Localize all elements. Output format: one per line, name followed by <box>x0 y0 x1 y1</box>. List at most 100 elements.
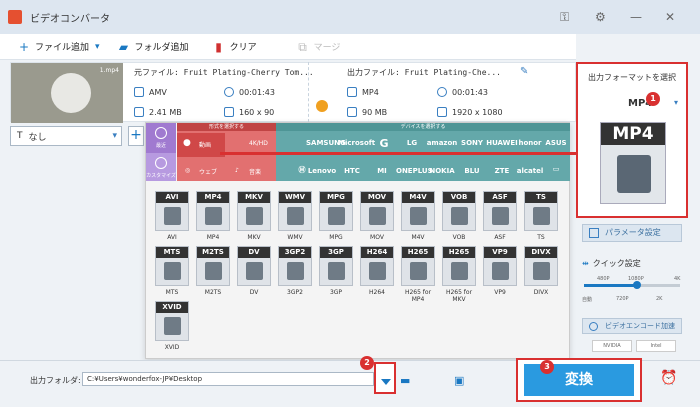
format-avi[interactable]: AVI AVI <box>152 191 192 241</box>
brand-microsoft[interactable]: Microsoft <box>338 139 375 147</box>
add-folder-label: フォルダ追加 <box>134 43 189 53</box>
format-3gp2[interactable]: 3GP2 3GP2 <box>275 246 315 296</box>
slider-knob[interactable] <box>632 281 641 289</box>
format-badge: MP4 <box>197 192 229 203</box>
format-label: AVI <box>167 234 177 241</box>
tv-icon[interactable]: ▭ <box>540 165 572 173</box>
brand-samsung[interactable]: SAMSUNG <box>306 139 346 147</box>
dropdown-icon[interactable]: ▾ <box>95 42 100 52</box>
format-xvid[interactable]: XVID XVID <box>152 301 192 351</box>
tick-2k: 2K <box>656 296 663 302</box>
source-size-text: 2.41 MB <box>149 107 182 117</box>
format-badge: H264 <box>361 247 393 258</box>
format-divx[interactable]: DIVX DIVX <box>521 246 561 296</box>
film-icon <box>246 262 263 280</box>
close-icon[interactable]: ✕ <box>665 10 675 24</box>
output-folder-dropdown[interactable] <box>374 362 396 394</box>
format-icon: MP4 <box>196 191 230 231</box>
text-icon: T <box>17 131 23 141</box>
format-icon: VOB <box>442 191 476 231</box>
mp4-format-icon[interactable]: MP4 <box>600 122 666 204</box>
format-badge: AVI <box>156 192 188 203</box>
format-label: WMV <box>287 234 303 241</box>
file-row[interactable]: 1.mp4 元ファイル: Fruit Plating-Cherry Tom...… <box>10 62 576 123</box>
format-vob[interactable]: VOB VOB <box>439 191 479 241</box>
format-icon: H265 <box>401 246 435 286</box>
format-icon: DIVX <box>524 246 558 286</box>
format-dv[interactable]: DV DV <box>234 246 274 296</box>
film-icon <box>369 207 386 225</box>
format-mov[interactable]: MOV MOV <box>357 191 397 241</box>
output-format: MP4 <box>347 87 379 97</box>
brand-amazon[interactable]: amazon <box>426 139 458 147</box>
format-3gp[interactable]: 3GP 3GP <box>316 246 356 296</box>
minimize-icon[interactable]: — <box>630 10 642 24</box>
key-icon[interactable]: ⚿ <box>560 10 569 25</box>
output-format-panel[interactable]: 出力フォーマットを選択 MP4 ▾ MP4 <box>576 62 688 218</box>
format-wmv[interactable]: WMV WMV <box>275 191 315 241</box>
add-subtitle-button[interactable]: + <box>128 126 144 146</box>
edit-icon[interactable]: ✎ <box>520 66 528 77</box>
film-icon <box>617 155 651 193</box>
brand-blu[interactable]: BLU <box>456 167 488 175</box>
format-label: MOV <box>370 234 384 241</box>
parameter-settings-button[interactable]: パラメータ設定 <box>582 224 682 242</box>
format-mts[interactable]: MTS MTS <box>152 246 192 296</box>
format-m4v[interactable]: M4V M4V <box>398 191 438 241</box>
format-h265-for-mp4[interactable]: H265 H265 for MP4 <box>398 246 438 303</box>
accel-icon <box>589 322 598 331</box>
brand-lenovo[interactable]: Lenovo <box>306 167 338 175</box>
source-duration-text: 00:01:43 <box>239 87 275 97</box>
format-mkv[interactable]: MKV MKV <box>234 191 274 241</box>
video-thumbnail[interactable]: 1.mp4 <box>11 63 123 123</box>
format-badge: WMV <box>279 192 311 203</box>
tab-audio-label[interactable]: 音楽 <box>249 167 261 176</box>
brand-mi[interactable]: MI <box>366 167 398 175</box>
format-m2ts[interactable]: M2TS M2TS <box>193 246 233 296</box>
format-label: MKV <box>247 234 261 241</box>
settings-icon[interactable]: ⚙ <box>595 10 606 24</box>
format-h264[interactable]: H264 H264 <box>357 246 397 296</box>
tab-web-label[interactable]: ウェブ <box>199 167 217 176</box>
format-label: 3GP <box>329 289 343 296</box>
format-h265-for-mkv[interactable]: H265 H265 for MKV <box>439 246 479 303</box>
alarm-clock-icon[interactable]: ⏰ <box>660 370 677 386</box>
subtitle-select[interactable]: T なし ▾ <box>10 126 122 146</box>
film-icon <box>369 262 386 280</box>
film-icon <box>492 207 509 225</box>
format-label: 3GP2 <box>287 289 303 296</box>
merge-button[interactable]: ⧉ マージ <box>297 40 340 54</box>
add-file-button[interactable]: + ファイル追加 ▾ <box>18 39 100 54</box>
add-folder-button[interactable]: ▰ フォルダ追加 <box>118 40 189 54</box>
quick-settings-label: ⇹ クイック設定 <box>582 258 641 269</box>
app-window: ビデオコンバータ ⚿ ⚙ — ✕ + ファイル追加 ▾ ▰ フォルダ追加 ▮ クリア ⧉… <box>0 0 700 407</box>
category-custom[interactable]: カスタマイズ <box>146 153 176 181</box>
chevron-down-icon[interactable]: ▾ <box>674 98 678 107</box>
format-mp4[interactable]: MP4 MP4 <box>193 191 233 241</box>
format-vp9[interactable]: VP9 VP9 <box>480 246 520 296</box>
brand-nokia[interactable]: NOKIA <box>426 167 458 175</box>
format-badge: XVID <box>156 302 188 313</box>
quality-slider[interactable] <box>584 281 680 289</box>
plus-icon: + <box>18 39 30 54</box>
output-folder-field[interactable]: C:¥Users¥wonderfox-JP¥Desktop <box>82 372 374 386</box>
tab-video-label: 動画 <box>199 142 212 149</box>
brand-htc[interactable]: HTC <box>336 167 368 175</box>
format-ts[interactable]: TS TS <box>521 191 561 241</box>
tab-hd-label[interactable]: 4K/HD <box>249 140 268 147</box>
hardware-accel-button[interactable]: ビデオエンコード加速 <box>582 318 682 334</box>
open-folder-icon[interactable]: ▬ <box>400 374 410 387</box>
format-mpg[interactable]: MPG MPG <box>316 191 356 241</box>
brand-asus[interactable]: ASUS <box>540 139 572 147</box>
format-label: H265 for MKV <box>445 289 473 303</box>
brand-sony[interactable]: SONY <box>456 139 488 147</box>
export-icon[interactable]: ▣ <box>454 374 464 387</box>
format-asf[interactable]: ASF ASF <box>480 191 520 241</box>
brand-lg[interactable]: LG <box>396 139 428 147</box>
format-badge: TS <box>525 192 557 203</box>
brand-oneplus[interactable]: ONEPLUS <box>396 167 433 175</box>
output-filename-text: 出力ファイル: Fruit Plating-Che... <box>347 68 501 77</box>
clear-button[interactable]: ▮ クリア <box>213 40 256 54</box>
format-icon: H265 <box>442 246 476 286</box>
gear-icon[interactable] <box>316 100 328 112</box>
